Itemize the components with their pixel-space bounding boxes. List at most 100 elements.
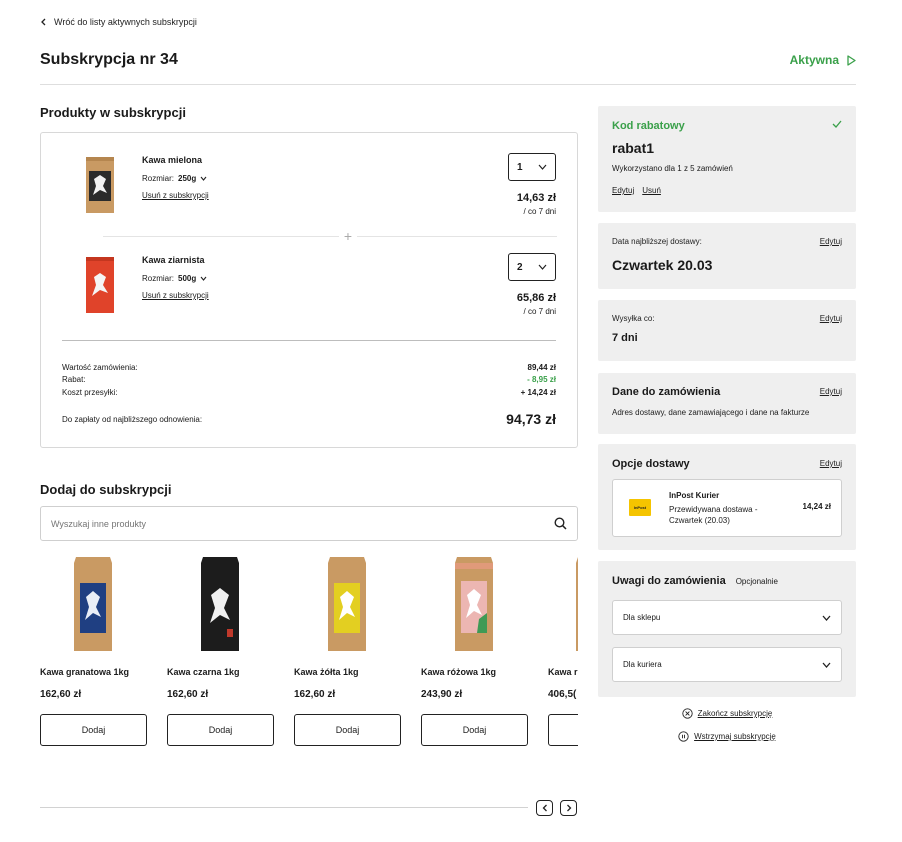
summary-divider bbox=[62, 340, 556, 341]
carousel-prev-button[interactable] bbox=[536, 800, 553, 816]
product-price: 243,90 zł bbox=[421, 689, 463, 700]
notes-panel: Uwagi do zamówienia Opcjonalnie Dla skle… bbox=[598, 561, 856, 697]
coupon-code: rabat1 bbox=[612, 140, 655, 156]
summary-value: 89,44 zł bbox=[527, 363, 556, 372]
product-row: Kawa ziarnista Rozmiar: 500g Usuń z subs… bbox=[41, 253, 577, 343]
product-name: Kawa żółta 1kg bbox=[294, 667, 359, 677]
summary-total: Do zapłaty od najbliższego odnowienia: 9… bbox=[62, 411, 556, 427]
chevron-down-icon bbox=[200, 276, 207, 281]
summary-label: Wartość zamówienia: bbox=[62, 363, 138, 372]
header-divider bbox=[40, 84, 856, 85]
quantity-value: 1 bbox=[517, 161, 523, 173]
search-box[interactable] bbox=[40, 506, 578, 541]
summary-value: + 14,24 zł bbox=[520, 388, 556, 397]
close-circle-icon bbox=[681, 708, 693, 719]
courier-note-label: Dla kuriera bbox=[623, 660, 662, 669]
search-input[interactable] bbox=[51, 518, 521, 529]
delivery-date-value: Czwartek 20.03 bbox=[612, 257, 713, 273]
add-product-button[interactable]: Dodaj bbox=[167, 714, 274, 746]
coupon-title: Kod rabatowy bbox=[612, 120, 685, 132]
courier-price: 14,24 zł bbox=[802, 502, 831, 511]
product-frequency: / co 7 dni bbox=[523, 307, 556, 316]
remove-product-link[interactable]: Usuń z subskrypcji bbox=[142, 291, 209, 300]
end-subscription-label: Zakończ subskrypcję bbox=[697, 709, 773, 718]
product-name: Kawa ziarnista bbox=[142, 255, 205, 265]
search-icon[interactable] bbox=[554, 517, 567, 530]
order-data-desc: Adres dostawy, dane zamawiającego i dane… bbox=[612, 408, 810, 417]
size-value: 250g bbox=[178, 174, 197, 183]
back-link-label: Wróć do listy aktywnych subskrypcji bbox=[54, 17, 197, 27]
frequency-panel: Wysyłka co: Edytuj 7 dni bbox=[598, 300, 856, 361]
separator-line bbox=[103, 236, 557, 237]
product-image bbox=[328, 557, 366, 651]
quantity-select[interactable]: 2 bbox=[508, 253, 556, 281]
product-name: Kawa r bbox=[548, 667, 578, 677]
size-value: 500g bbox=[178, 274, 197, 283]
coupon-panel: Kod rabatowy rabat1 Wykorzystano dla 1 z… bbox=[598, 106, 856, 212]
plus-icon: + bbox=[339, 229, 357, 243]
product-tile[interactable]: Kawa granatowa 1kg 162,60 zł Dodaj bbox=[40, 553, 147, 753]
end-subscription-button[interactable]: Zakończ subskrypcję bbox=[598, 708, 856, 719]
size-selector[interactable]: Rozmiar: 250g bbox=[142, 174, 207, 183]
inpost-logo: InPost bbox=[629, 499, 651, 516]
size-label: Rozmiar: bbox=[142, 174, 175, 183]
summary-row: Koszt przesyłki: + 14,24 zł bbox=[62, 388, 556, 397]
remove-product-link[interactable]: Usuń z subskrypcji bbox=[142, 191, 209, 200]
courier-option[interactable]: InPost InPost Kurier Przewidywana dostaw… bbox=[612, 479, 842, 537]
delivery-options-title: Opcje dostawy bbox=[612, 458, 690, 470]
chevron-down-icon bbox=[200, 176, 207, 181]
product-image bbox=[86, 157, 114, 213]
edit-delivery-options-link[interactable]: Edytuj bbox=[820, 459, 842, 468]
chevron-down-icon bbox=[822, 662, 831, 668]
quantity-select[interactable]: 1 bbox=[508, 153, 556, 181]
products-section-title: Produkty w subskrypcji bbox=[40, 105, 186, 120]
size-label: Rozmiar: bbox=[142, 274, 175, 283]
notes-title-label: Uwagi do zamówienia bbox=[612, 575, 726, 587]
summary-label: Koszt przesyłki: bbox=[62, 388, 118, 397]
product-tile[interactable]: Kawa r 406,5( bbox=[548, 553, 578, 753]
size-selector[interactable]: Rozmiar: 500g bbox=[142, 274, 207, 283]
chevron-down-icon bbox=[822, 615, 831, 621]
edit-frequency-link[interactable]: Edytuj bbox=[820, 314, 842, 323]
status-badge: Aktywna bbox=[790, 53, 856, 67]
product-name: Kawa mielona bbox=[142, 155, 203, 165]
product-tile[interactable]: Kawa różowa 1kg 243,90 zł Dodaj bbox=[421, 553, 528, 753]
product-image bbox=[576, 557, 578, 651]
add-product-button[interactable]: Dodaj bbox=[294, 714, 401, 746]
back-link[interactable]: Wróć do listy aktywnych subskrypcji bbox=[40, 17, 197, 27]
product-price: 162,60 zł bbox=[294, 689, 336, 700]
pause-subscription-button[interactable]: Wstrzymaj subskrypcję bbox=[598, 731, 856, 742]
delivery-options-panel: Opcje dostawy Edytuj InPost InPost Kurie… bbox=[598, 444, 856, 550]
total-label: Do zapłaty od najbliższego odnowienia: bbox=[62, 414, 203, 424]
edit-coupon-link[interactable]: Edytuj bbox=[612, 186, 634, 195]
shop-note-dropdown[interactable]: Dla sklepu bbox=[612, 600, 842, 635]
pause-circle-icon bbox=[678, 731, 689, 742]
add-product-button[interactable]: Dodaj bbox=[421, 714, 528, 746]
edit-delivery-date-link[interactable]: Edytuj bbox=[820, 237, 842, 246]
remove-coupon-link[interactable]: Usuń bbox=[642, 186, 661, 195]
courier-note-dropdown[interactable]: Dla kuriera bbox=[612, 647, 842, 682]
product-name: Kawa granatowa 1kg bbox=[40, 667, 130, 677]
add-product-button[interactable]: Dodaj bbox=[40, 714, 147, 746]
product-tile[interactable]: Kawa żółta 1kg 162,60 zł Dodaj bbox=[294, 553, 401, 753]
delivery-date-label: Data najbliższej dostawy: bbox=[612, 237, 702, 246]
carousel-next-button[interactable] bbox=[560, 800, 577, 816]
frequency-label: Wysyłka co: bbox=[612, 314, 655, 323]
play-icon bbox=[847, 54, 856, 66]
courier-name: InPost Kurier bbox=[669, 491, 720, 500]
carousel-scrollbar[interactable] bbox=[40, 807, 528, 808]
shop-note-label: Dla sklepu bbox=[623, 613, 661, 622]
delivery-date-panel: Data najbliższej dostawy: Edytuj Czwarte… bbox=[598, 223, 856, 289]
product-image bbox=[74, 557, 112, 651]
chevron-down-icon bbox=[538, 164, 547, 170]
product-price: 162,60 zł bbox=[167, 689, 209, 700]
product-price: 406,5( bbox=[548, 689, 577, 700]
edit-order-data-link[interactable]: Edytuj bbox=[820, 387, 842, 396]
product-tile[interactable]: Kawa czarna 1kg 162,60 zł Dodaj bbox=[167, 553, 274, 753]
product-frequency: / co 7 dni bbox=[523, 207, 556, 216]
chevron-right-icon bbox=[566, 804, 571, 812]
add-section-title: Dodaj do subskrypcji bbox=[40, 482, 172, 497]
product-image bbox=[86, 257, 114, 313]
summary-label: Rabat: bbox=[62, 375, 86, 384]
add-product-button[interactable] bbox=[548, 714, 578, 746]
